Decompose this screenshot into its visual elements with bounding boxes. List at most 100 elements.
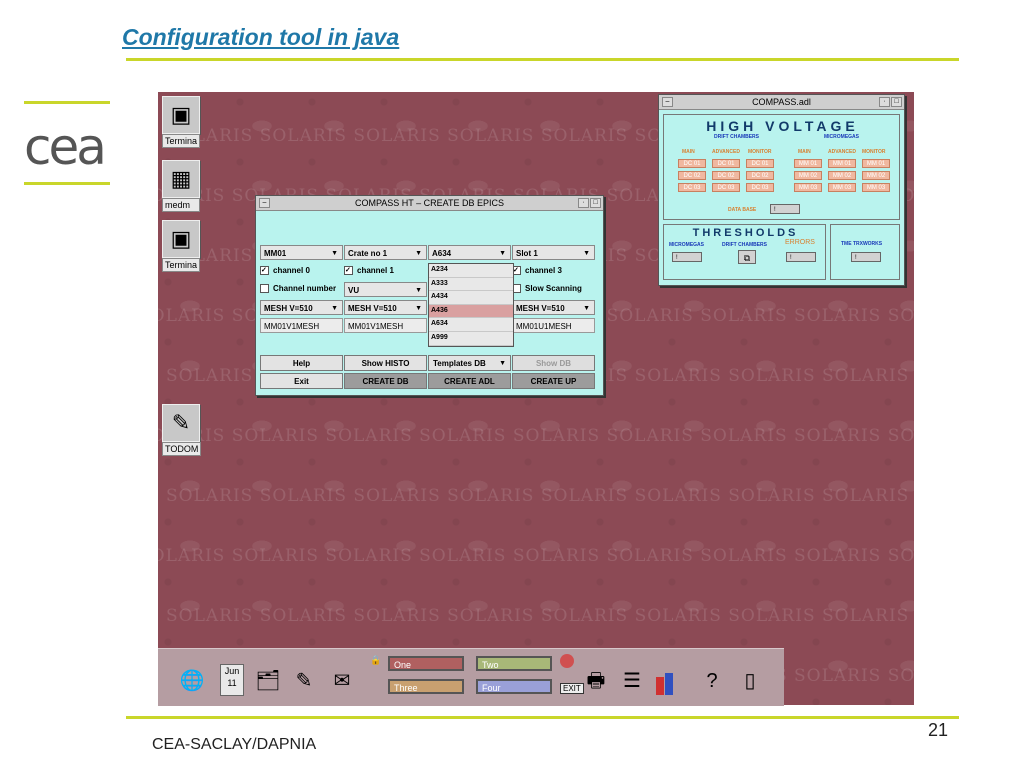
slot-select[interactable]: Slot 1 ▼ — [512, 245, 595, 260]
dropdown-option[interactable]: A999 — [429, 332, 513, 346]
printer-icon[interactable]: 🖶 — [582, 667, 610, 695]
hv-channel-button[interactable]: DC 02 — [712, 171, 740, 180]
channel-1-checkbox[interactable]: ✓ channel 1 — [344, 264, 394, 278]
desktop-icon-label: TODOM — [162, 442, 202, 456]
checkbox-empty-icon — [260, 284, 269, 294]
globe-icon[interactable]: 🌐 — [178, 667, 206, 695]
solaris-desktop: SOLARIS SOLARIS SOLARIS SOLARIS SOLARIS … — [158, 92, 914, 705]
minimize-button[interactable]: · — [578, 198, 589, 208]
vu-select[interactable]: VU ▼ — [344, 282, 427, 297]
help-button[interactable]: Help — [260, 355, 343, 371]
mesh-select-1[interactable]: MESH V=510 ▼ — [260, 300, 343, 315]
hv-channel-button[interactable]: DC 03 — [746, 183, 774, 192]
slow-scanning-checkbox[interactable]: Slow Scanning — [512, 282, 582, 296]
logo-rule-bottom — [24, 182, 110, 185]
hv-channel-button[interactable]: MM 01 — [794, 159, 822, 168]
medm-icon: ▦ — [162, 160, 200, 198]
file-manager-icon[interactable]: 🗂 — [254, 667, 282, 695]
hv-channel-button[interactable]: DC 01 — [746, 159, 774, 168]
exit-button[interactable]: Exit — [260, 373, 343, 389]
create-up-button[interactable]: CREATE UP — [512, 373, 595, 389]
calendar-icon[interactable]: Jun 11 — [220, 664, 244, 696]
create-adl-button[interactable]: CREATE ADL — [428, 373, 511, 389]
window-menu-button[interactable]: – — [259, 198, 270, 208]
hv-channel-button[interactable]: MM 02 — [828, 171, 856, 180]
chevron-down-icon: ▼ — [499, 250, 506, 257]
lock-icon[interactable]: 🔒 — [370, 655, 381, 666]
data-base-button[interactable]: ! — [770, 204, 800, 214]
hv-channel-button[interactable]: MM 03 — [828, 183, 856, 192]
desktop-icon-medm[interactable]: ▦ medm — [162, 160, 200, 212]
tme-button[interactable]: ! — [851, 252, 881, 262]
calendar-month: Jun — [224, 666, 240, 676]
hv-channel-button[interactable]: DC 01 — [712, 159, 740, 168]
hv-channel-button[interactable]: MM 01 — [828, 159, 856, 168]
micromegas-threshold-button[interactable]: ! — [672, 252, 702, 262]
desktop-icon-terminal-2[interactable]: ▣ Termina — [162, 220, 201, 272]
trash-icon[interactable]: ▯ — [736, 667, 764, 695]
desktop-icon-todom[interactable]: ✎ TODOM — [162, 404, 202, 456]
name-field-2[interactable]: MM01V1MESH — [344, 318, 427, 333]
workspace-two[interactable]: Two — [476, 656, 552, 671]
exit-button[interactable]: EXIT — [560, 683, 584, 694]
show-histo-button[interactable]: Show HISTO — [344, 355, 427, 371]
desktop-icon-terminal[interactable]: ▣ Termina — [162, 96, 201, 148]
hv-channel-button[interactable]: MM 03 — [794, 183, 822, 192]
maximize-button[interactable]: □ — [891, 97, 902, 107]
data-base-label: DATA BASE — [728, 207, 757, 213]
workspace-four[interactable]: Four — [476, 679, 552, 694]
desktop-icon-label: medm — [162, 198, 200, 212]
dropdown-option[interactable]: A234 — [429, 264, 513, 278]
dropdown-option-selected[interactable]: A436 — [429, 304, 513, 319]
dropdown-option[interactable]: A434 — [429, 291, 513, 305]
chevron-down-icon: ▼ — [331, 305, 338, 312]
create-db-button[interactable]: CREATE DB — [344, 373, 427, 389]
performance-meter-icon[interactable] — [656, 671, 680, 695]
desktop-icon-label: Termina — [162, 134, 201, 148]
hv-channel-button[interactable]: DC 02 — [746, 171, 774, 180]
name-field-3[interactable]: MM01U1MESH — [512, 318, 595, 333]
dropdown-option[interactable]: A634 — [429, 318, 513, 332]
chevron-down-icon: ▼ — [415, 250, 422, 257]
page-number: 21 — [928, 720, 949, 740]
card-select[interactable]: A634 ▼ — [428, 245, 511, 260]
checkbox-checked-icon: ✓ — [344, 266, 353, 276]
mail-icon[interactable]: ✉ — [328, 667, 356, 695]
show-db-button[interactable]: Show DB — [512, 355, 595, 371]
dropdown-option[interactable]: A333 — [429, 278, 513, 292]
style-manager-icon[interactable]: ☰ — [618, 667, 646, 695]
chevron-down-icon: ▼ — [583, 250, 590, 257]
window-menu-button[interactable]: – — [662, 97, 673, 107]
hv-channel-button[interactable]: DC 03 — [712, 183, 740, 192]
mesh-select-3[interactable]: MESH V=510 ▼ — [512, 300, 595, 315]
maximize-button[interactable]: □ — [590, 198, 601, 208]
hv-channel-button[interactable]: MM 01 — [862, 159, 890, 168]
terminal-icon: ▣ — [162, 96, 200, 134]
channel-3-checkbox[interactable]: ✓ channel 3 — [512, 264, 562, 278]
adl-window-titlebar[interactable]: – COMPASS.adl · □ — [659, 95, 904, 110]
hv-channel-button[interactable]: DC 01 — [678, 159, 706, 168]
adl-window-body: HIGH VOLTAGE DRIFT CHAMBERS MICROMEGAS M… — [659, 110, 904, 285]
tme-panel: TME TRXWORKS ! — [830, 224, 900, 280]
channel-number-checkbox[interactable]: Channel number — [260, 282, 336, 296]
workspace-three[interactable]: Three — [388, 679, 464, 694]
thr-drift-chambers-label: DRIFT CHAMBERS — [722, 242, 767, 248]
templates-db-select[interactable]: Templates DB ▼ — [428, 355, 511, 371]
hv-channel-button[interactable]: MM 02 — [794, 171, 822, 180]
help-manager-icon[interactable]: ? — [698, 667, 726, 695]
hv-channel-button[interactable]: DC 03 — [678, 183, 706, 192]
text-editor-icon[interactable]: ✎ — [290, 667, 318, 695]
hv-channel-button[interactable]: DC 02 — [678, 171, 706, 180]
epics-window-titlebar[interactable]: – COMPASS HT – CREATE DB EPICS · □ — [256, 196, 603, 211]
mesh-select-2[interactable]: MESH V=510 ▼ — [344, 300, 427, 315]
channel-0-checkbox[interactable]: ✓ channel 0 — [260, 264, 310, 278]
errors-button[interactable]: ! — [786, 252, 816, 262]
minimize-button[interactable]: · — [879, 97, 890, 107]
hv-channel-button[interactable]: MM 02 — [862, 171, 890, 180]
hv-channel-button[interactable]: MM 03 — [862, 183, 890, 192]
name-field-1[interactable]: MM01V1MESH — [260, 318, 343, 333]
workspace-one[interactable]: One — [388, 656, 464, 671]
copy-icon[interactable]: ⧉ — [738, 250, 756, 264]
module-select[interactable]: MM01 ▼ — [260, 245, 343, 260]
crate-select[interactable]: Crate no 1 ▼ — [344, 245, 427, 260]
